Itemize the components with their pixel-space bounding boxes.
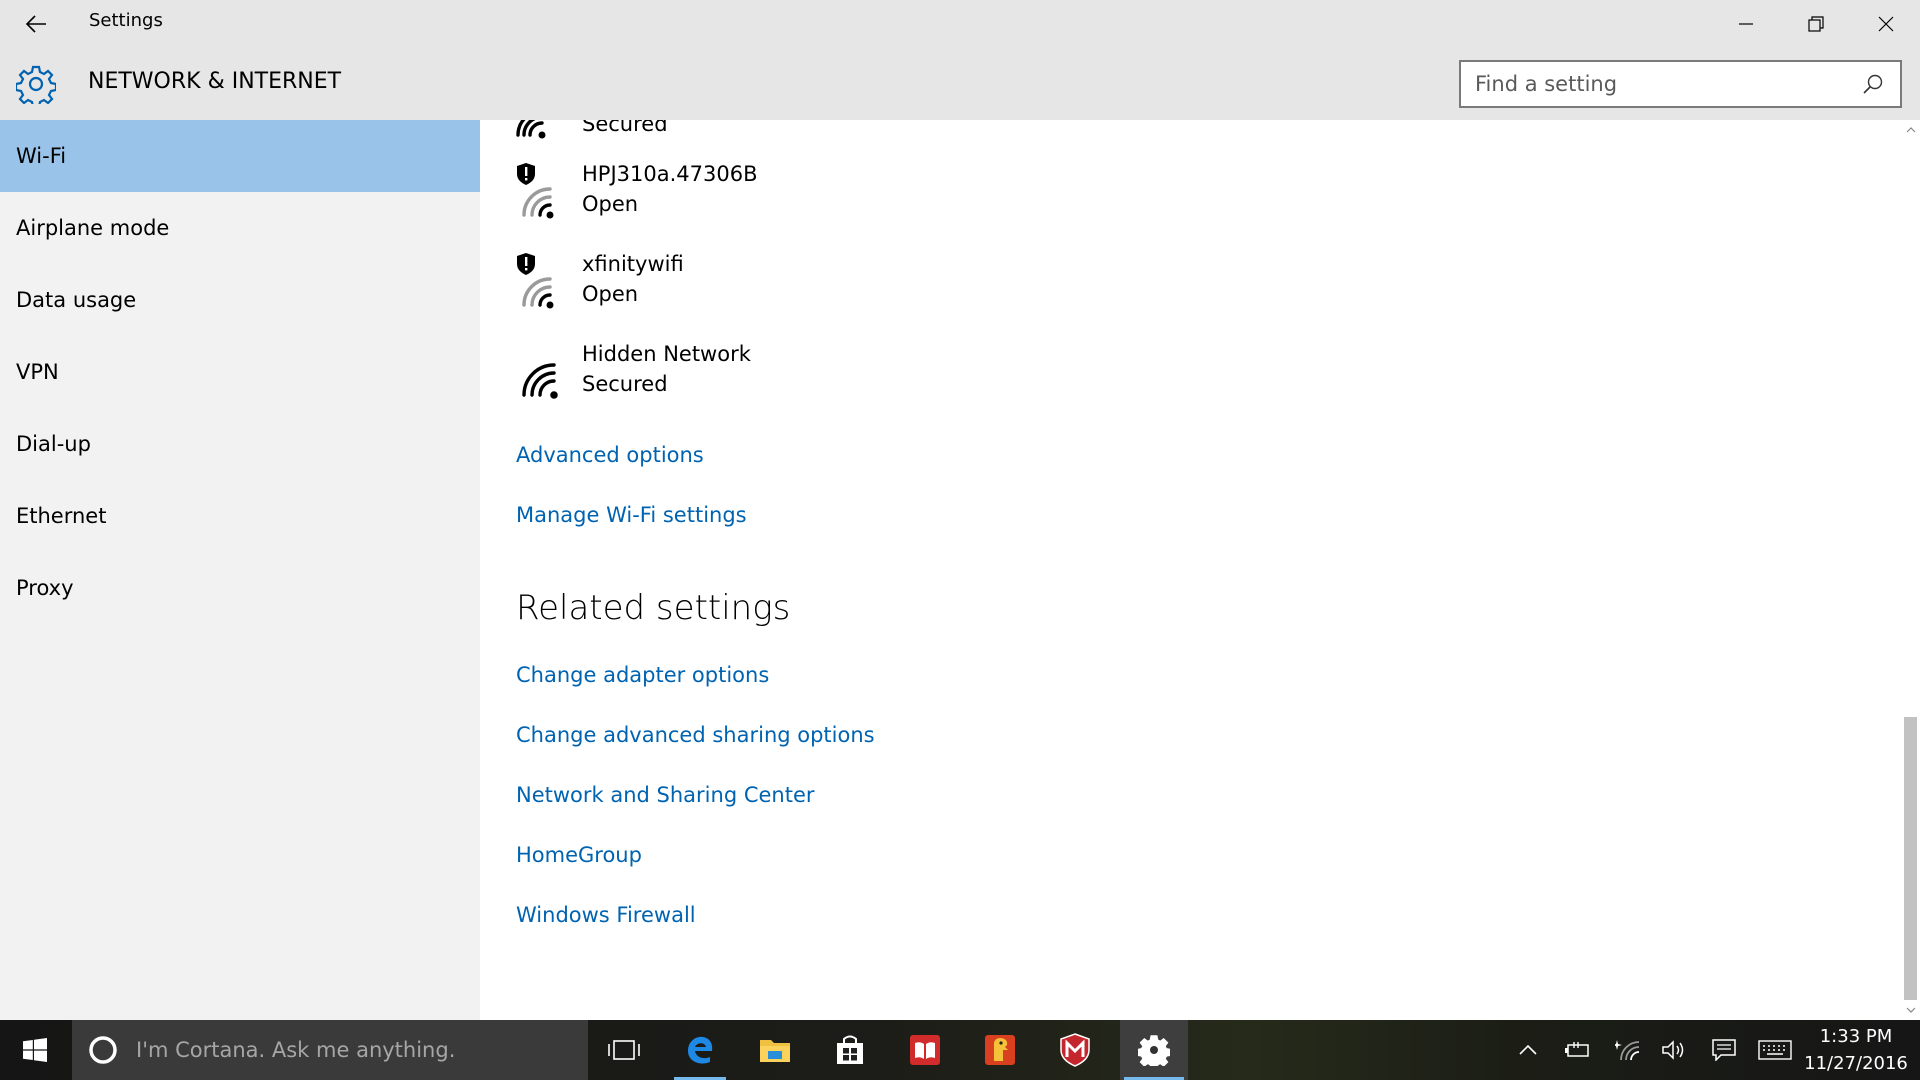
advanced-options-link[interactable]: Advanced options bbox=[516, 443, 704, 467]
title-bar: Settings NETWORK & INTERNET bbox=[0, 0, 1920, 120]
network-item[interactable]: Secured bbox=[516, 120, 1016, 152]
sidebar-item-label: Dial-up bbox=[16, 432, 91, 456]
chevron-up-icon bbox=[1519, 1045, 1537, 1055]
sidebar-item-airplane-mode[interactable]: Airplane mode bbox=[0, 192, 480, 264]
network-item[interactable]: xfinitywifi Open bbox=[516, 252, 1016, 322]
taskbar: I'm Cortana. Ask me anything. 1:33 PM 11… bbox=[0, 1020, 1920, 1080]
battery-icon bbox=[1565, 1042, 1589, 1057]
sidebar: Wi-Fi Airplane mode Data usage VPN Dial-… bbox=[0, 120, 480, 1020]
network-name: Hidden Network bbox=[582, 342, 751, 366]
change-advanced-sharing-options-link[interactable]: Change advanced sharing options bbox=[516, 723, 875, 747]
store-taskbar-button[interactable] bbox=[820, 1020, 880, 1080]
show-hidden-icons-button[interactable] bbox=[1514, 1020, 1542, 1080]
network-status: Open bbox=[582, 282, 639, 306]
windows-logo-icon bbox=[23, 1038, 47, 1062]
wifi-icon bbox=[516, 120, 546, 139]
restore-button[interactable] bbox=[1782, 0, 1850, 48]
wifi-tray-icon bbox=[1615, 1040, 1640, 1061]
sidebar-item-vpn[interactable]: VPN bbox=[0, 336, 480, 408]
back-button[interactable] bbox=[12, 2, 60, 46]
sidebar-item-label: Proxy bbox=[16, 576, 74, 600]
search-box[interactable] bbox=[1459, 60, 1902, 108]
app-taskbar-button[interactable] bbox=[970, 1020, 1030, 1080]
cortana-placeholder: I'm Cortana. Ask me anything. bbox=[136, 1038, 456, 1062]
edge-icon bbox=[688, 1036, 713, 1064]
scroll-up-arrow-icon[interactable] bbox=[1901, 120, 1920, 140]
section-title: NETWORK & INTERNET bbox=[88, 69, 342, 94]
start-button[interactable] bbox=[0, 1020, 70, 1080]
clock-time: 1:33 PM bbox=[1819, 1026, 1893, 1047]
file-explorer-icon bbox=[760, 1040, 790, 1062]
volume-icon bbox=[1662, 1040, 1684, 1060]
scroll-down-arrow-icon[interactable] bbox=[1901, 1000, 1920, 1020]
network-name: HPJ310a.47306B bbox=[582, 162, 758, 186]
network-status: Open bbox=[582, 192, 639, 216]
sidebar-item-label: Airplane mode bbox=[16, 216, 170, 240]
close-button[interactable] bbox=[1852, 0, 1920, 48]
wifi-open-warning-icon bbox=[517, 253, 554, 309]
related-settings-heading: Related settings bbox=[516, 588, 791, 628]
network-status: Secured bbox=[582, 120, 668, 136]
notifications-icon bbox=[1712, 1039, 1736, 1061]
window-title: Settings bbox=[89, 10, 163, 31]
mcafee-taskbar-button[interactable] bbox=[1045, 1020, 1105, 1080]
wifi-open-warning-icon bbox=[517, 163, 554, 219]
sidebar-item-wifi[interactable]: Wi-Fi bbox=[0, 120, 480, 192]
network-name: xfinitywifi bbox=[582, 252, 684, 276]
wifi-icon bbox=[522, 363, 558, 399]
main-content: Secured HPJ310a.47306B Open xfinitywifi … bbox=[480, 120, 1901, 1020]
sidebar-item-proxy[interactable]: Proxy bbox=[0, 552, 480, 624]
reader-taskbar-button[interactable] bbox=[895, 1020, 955, 1080]
cortana-icon bbox=[86, 1033, 120, 1067]
sidebar-item-dial-up[interactable]: Dial-up bbox=[0, 408, 480, 480]
sidebar-item-label: Data usage bbox=[16, 288, 137, 312]
action-center-button[interactable] bbox=[1706, 1020, 1742, 1080]
sidebar-item-label: VPN bbox=[16, 360, 59, 384]
network-tray-button[interactable] bbox=[1610, 1020, 1646, 1080]
back-arrow-icon bbox=[25, 15, 46, 33]
settings-taskbar-button[interactable] bbox=[1120, 1020, 1188, 1080]
network-item[interactable]: Hidden Network Secured bbox=[516, 342, 1016, 412]
reader-icon bbox=[910, 1035, 940, 1065]
homegroup-link[interactable]: HomeGroup bbox=[516, 843, 642, 867]
close-icon bbox=[1878, 16, 1894, 32]
scrollbar-thumb[interactable] bbox=[1904, 717, 1917, 1000]
manage-wifi-settings-link[interactable]: Manage Wi-Fi settings bbox=[516, 503, 747, 527]
store-icon bbox=[837, 1035, 863, 1064]
battery-tray-button[interactable] bbox=[1560, 1020, 1596, 1080]
volume-tray-button[interactable] bbox=[1656, 1020, 1692, 1080]
keyboard-icon bbox=[1758, 1040, 1792, 1060]
sidebar-item-ethernet[interactable]: Ethernet bbox=[0, 480, 480, 552]
vertical-scrollbar[interactable] bbox=[1901, 120, 1920, 1020]
windows-firewall-link[interactable]: Windows Firewall bbox=[516, 903, 696, 927]
network-item[interactable]: HPJ310a.47306B Open bbox=[516, 162, 1016, 232]
taskbar-clock[interactable]: 1:33 PM 11/27/2016 bbox=[1798, 1020, 1914, 1080]
change-adapter-options-link[interactable]: Change adapter options bbox=[516, 663, 769, 687]
search-icon[interactable] bbox=[1858, 69, 1888, 99]
cortana-search-box[interactable]: I'm Cortana. Ask me anything. bbox=[72, 1020, 588, 1080]
app-icon bbox=[985, 1035, 1015, 1065]
sidebar-item-data-usage[interactable]: Data usage bbox=[0, 264, 480, 336]
task-view-button[interactable] bbox=[594, 1020, 654, 1080]
task-view-icon bbox=[608, 1040, 640, 1060]
minimize-icon bbox=[1739, 23, 1753, 25]
mcafee-icon bbox=[1060, 1033, 1090, 1067]
edge-taskbar-button[interactable] bbox=[670, 1020, 730, 1080]
network-and-sharing-center-link[interactable]: Network and Sharing Center bbox=[516, 783, 815, 807]
touch-keyboard-button[interactable] bbox=[1755, 1020, 1795, 1080]
restore-icon bbox=[1808, 16, 1824, 32]
sidebar-item-label: Wi-Fi bbox=[16, 144, 67, 168]
search-input[interactable] bbox=[1461, 62, 1858, 106]
settings-gear-icon bbox=[14, 64, 58, 109]
settings-icon bbox=[1138, 1035, 1170, 1066]
sidebar-item-label: Ethernet bbox=[16, 504, 107, 528]
network-status: Secured bbox=[582, 372, 668, 396]
file-explorer-taskbar-button[interactable] bbox=[745, 1020, 805, 1080]
minimize-button[interactable] bbox=[1712, 0, 1780, 48]
clock-date: 11/27/2016 bbox=[1804, 1053, 1908, 1074]
